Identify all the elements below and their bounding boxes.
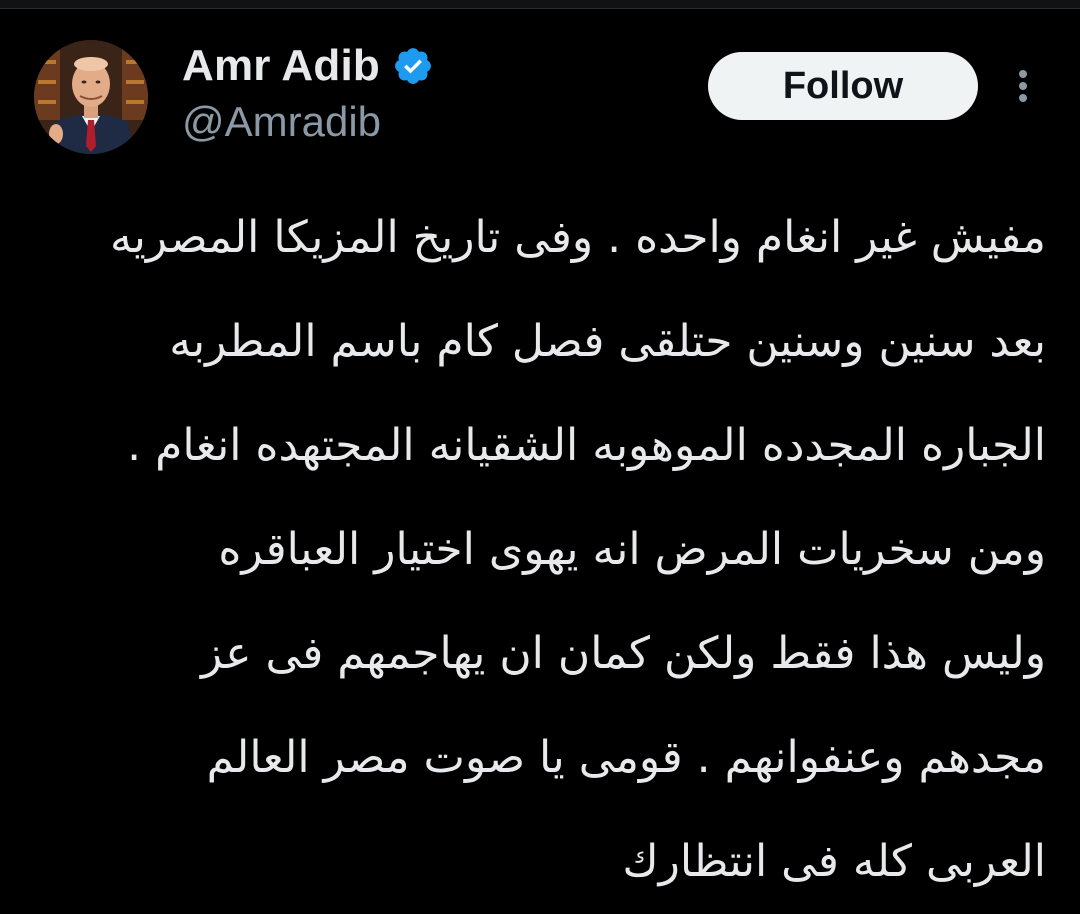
verified-badge-icon <box>395 48 431 84</box>
tweet-line: وليس هذا فقط ولكن كمان ان يهاجمهم فى عز <box>201 628 1046 679</box>
more-vertical-icon[interactable] <box>1008 66 1038 106</box>
name-row: Amr Adib <box>182 38 434 94</box>
tweet-line: بعد سنين وسنين حتلقى فصل كام باسم المطرب… <box>169 316 1046 367</box>
tweet-line: العربى كله فى انتظارك <box>622 836 1046 887</box>
avatar[interactable] <box>34 40 148 154</box>
follow-button[interactable]: Follow <box>708 52 978 120</box>
avatar-photo <box>34 40 148 154</box>
tweet-line: ومن سخريات المرض انه يهوى اختيار العباقر… <box>218 524 1046 575</box>
tweet-header: Amr Adib @Amradib Follow <box>0 0 1080 170</box>
tweet-line: الجباره المجدده الموهوبه الشقيانه المجته… <box>127 420 1046 471</box>
tweet-line: مجدهم وعنفوانهم . قومى يا صوت مصر العالم <box>206 732 1046 783</box>
display-name[interactable]: Amr Adib <box>182 41 380 91</box>
tweet-text: مفيش غير انغام واحده . وفى تاريخ المزيكا… <box>36 186 1046 914</box>
tweet-line: مفيش غير انغام واحده . وفى تاريخ المزيكا… <box>110 212 1046 263</box>
user-handle[interactable]: @Amradib <box>182 98 381 146</box>
